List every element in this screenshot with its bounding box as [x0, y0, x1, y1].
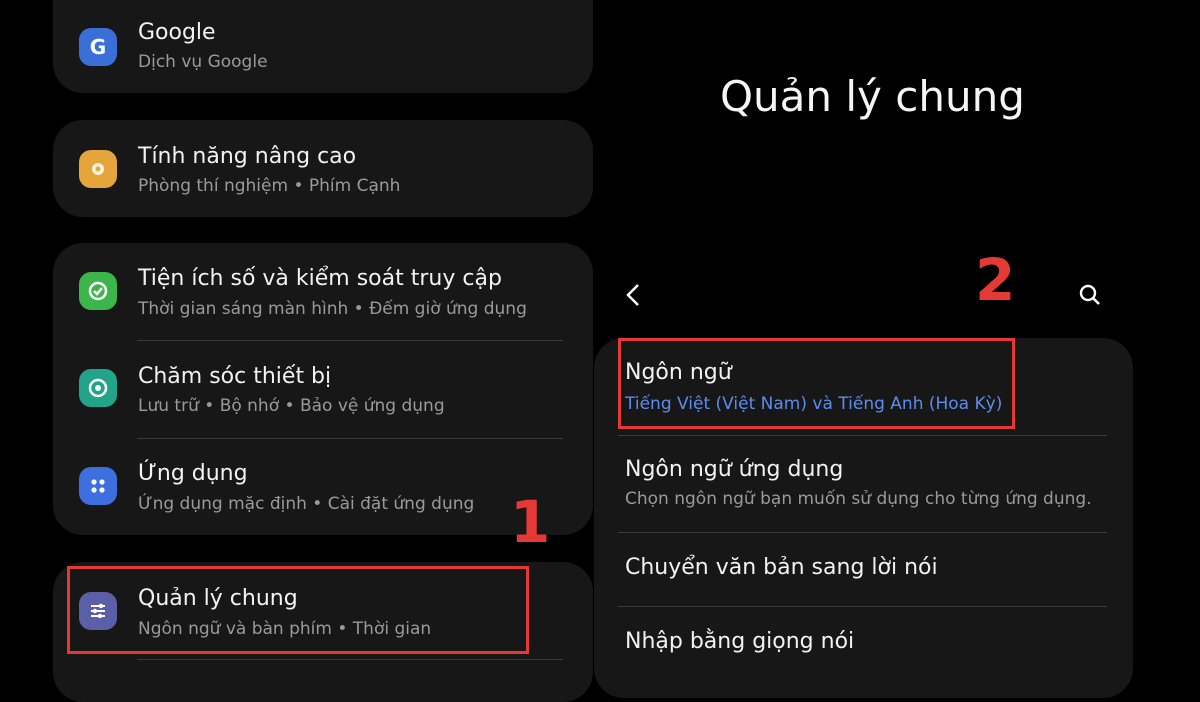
- apps-icon: [79, 467, 117, 505]
- app-languages-item[interactable]: Ngôn ngữ ứng dụng Chọn ngôn ngữ bạn muốn…: [594, 436, 1133, 532]
- step-number-2: 2: [975, 246, 1016, 314]
- apps-subtitle: Ứng dụng mặc định • Cài đặt ứng dụng: [138, 494, 475, 514]
- app-languages-title: Ngôn ngữ ứng dụng: [625, 457, 844, 482]
- google-subtitle: Dịch vụ Google: [138, 52, 268, 72]
- voice-input-title: Nhập bằng giọng nói: [625, 629, 855, 654]
- highlight-box-general: [67, 566, 529, 654]
- wellbeing-title: Tiện ích số và kiểm soát truy cập: [138, 266, 502, 291]
- google-icon: G: [79, 28, 117, 66]
- advanced-features-title: Tính năng nâng cao: [138, 144, 357, 169]
- advanced-features-card[interactable]: Tính năng nâng cao Phòng thí nghiệm • Ph…: [53, 120, 593, 217]
- wellbeing-subtitle: Thời gian sáng màn hình • Đếm giờ ứng dụ…: [138, 299, 527, 319]
- puzzle-icon: [79, 150, 117, 188]
- app-languages-subtitle: Chọn ngôn ngữ bạn muốn sử dụng cho từng …: [625, 489, 1092, 509]
- google-title: Google: [138, 20, 216, 45]
- wellbeing-icon: [79, 272, 117, 310]
- voice-input-item[interactable]: Nhập bằng giọng nói: [594, 607, 1133, 677]
- device-care-subtitle: Lưu trữ • Bộ nhớ • Bảo vệ ứng dụng: [138, 396, 445, 416]
- search-icon[interactable]: [1076, 281, 1104, 309]
- google-card[interactable]: G Google Dịch vụ Google: [53, 0, 593, 93]
- wellbeing-item[interactable]: Tiện ích số và kiểm soát truy cập Thời g…: [53, 243, 593, 340]
- highlight-box-language: [618, 338, 1015, 429]
- advanced-features-subtitle: Phòng thí nghiệm • Phím Cạnh: [138, 176, 401, 196]
- step-number-1: 1: [510, 488, 551, 556]
- device-care-title: Chăm sóc thiết bị: [138, 364, 332, 389]
- divider: [137, 659, 563, 660]
- device-care-item[interactable]: Chăm sóc thiết bị Lưu trữ • Bộ nhớ • Bảo…: [53, 341, 593, 438]
- apps-title: Ứng dụng: [138, 461, 248, 486]
- back-icon[interactable]: [620, 280, 648, 310]
- text-to-speech-title: Chuyển văn bản sang lời nói: [625, 555, 938, 580]
- page-title: Quản lý chung: [720, 72, 1025, 121]
- device-care-icon: [79, 369, 117, 407]
- text-to-speech-item[interactable]: Chuyển văn bản sang lời nói: [594, 533, 1133, 606]
